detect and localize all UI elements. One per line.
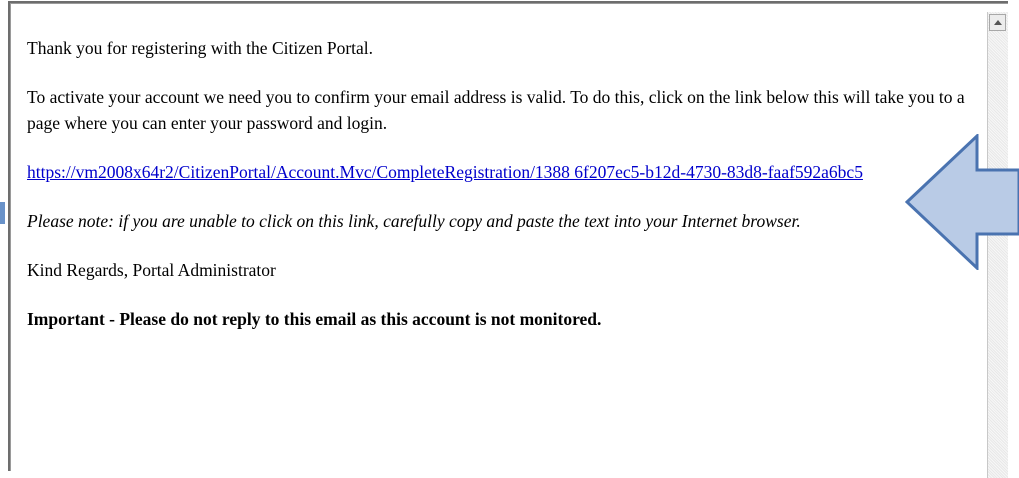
instructions-text: To activate your account we need you to …	[27, 87, 965, 133]
callout-arrow-shape	[905, 134, 1019, 270]
note-text: Please note: if you are unable to click …	[27, 211, 801, 231]
important-notice: Important - Please do not reply to this …	[27, 309, 602, 329]
background-window-edge	[0, 0, 8, 466]
registration-link[interactable]: https://vm2008x64r2/CitizenPortal/Accoun…	[27, 162, 863, 182]
triangle-up-icon	[993, 20, 1002, 25]
greeting-text: Thank you for registering with the Citiz…	[27, 38, 374, 58]
email-content: Thank you for registering with the Citiz…	[27, 35, 977, 355]
scroll-up-button[interactable]	[989, 14, 1006, 31]
email-body-pane: Thank you for registering with the Citiz…	[8, 1, 1008, 478]
background-fragment-mark	[0, 202, 5, 224]
arrow-left-icon	[905, 134, 1019, 270]
signoff-text: Kind Regards, Portal Administrator	[27, 260, 276, 280]
